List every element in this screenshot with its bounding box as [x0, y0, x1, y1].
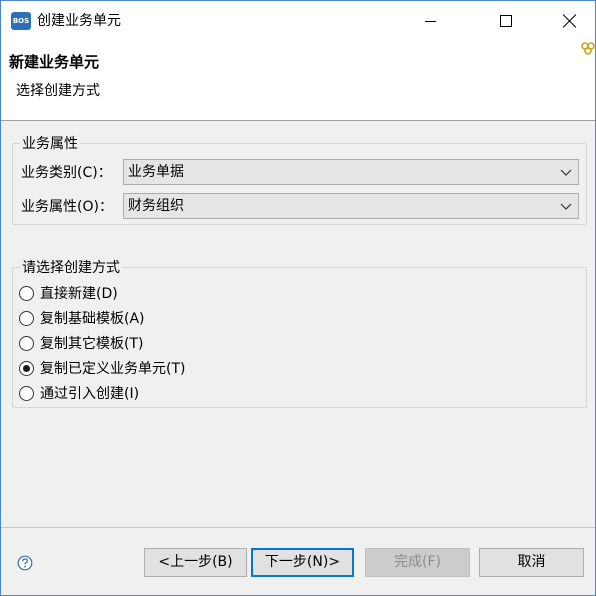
chevron-down-icon: [560, 169, 572, 176]
maximize-icon: [500, 15, 512, 27]
radio-button-checked[interactable]: [19, 361, 34, 376]
minimize-icon: [424, 20, 436, 22]
attribute-label: 业务属性(O)：: [21, 199, 113, 215]
business-properties-group: 业务属性 业务类别(C)： 业务单据 业务属性(O)： 财务组织: [12, 135, 587, 225]
attribute-select[interactable]: 财务组织: [123, 193, 579, 219]
bos-app-icon: BOS: [11, 12, 31, 30]
group-legend: 业务属性: [20, 135, 80, 153]
close-button[interactable]: [547, 1, 593, 41]
back-button[interactable]: <上一步(B): [144, 548, 247, 577]
radio-label: 复制已定义业务单元(T): [40, 361, 186, 377]
category-select[interactable]: 业务单据: [123, 159, 579, 185]
cancel-button[interactable]: 取消: [479, 548, 584, 577]
maximize-button[interactable]: [483, 1, 529, 41]
help-icon[interactable]: [17, 555, 33, 571]
title-bar[interactable]: BOS 创建业务单元: [1, 1, 595, 41]
attribute-value: 财务组织: [128, 198, 184, 214]
radio-button[interactable]: [19, 311, 34, 326]
next-button[interactable]: 下一步(N)>: [251, 548, 354, 577]
radio-button[interactable]: [19, 286, 34, 301]
window-title: 创建业务单元: [37, 13, 121, 29]
radio-label: 复制基础模板(A): [40, 311, 145, 327]
radio-button[interactable]: [19, 336, 34, 351]
wizard-banner-icon: [581, 42, 595, 55]
wizard-header: 新建业务单元 选择创建方式: [1, 41, 595, 121]
radio-label: 直接新建(D): [40, 286, 118, 302]
creation-method-group: 请选择创建方式 直接新建(D) 复制基础模板(A) 复制其它模板(T) 复制已定…: [12, 259, 587, 408]
radio-button[interactable]: [19, 386, 34, 401]
category-value: 业务单据: [128, 164, 184, 180]
minimize-button[interactable]: [407, 1, 453, 41]
category-label: 业务类别(C)：: [21, 165, 112, 181]
footer-separator: [1, 527, 595, 528]
finish-button[interactable]: 完成(F): [365, 548, 470, 577]
page-title: 新建业务单元: [9, 53, 100, 71]
radio-label: 通过引入创建(I): [40, 386, 140, 402]
close-icon: [563, 14, 577, 28]
chevron-down-icon: [560, 203, 572, 210]
group-legend: 请选择创建方式: [20, 259, 122, 277]
wizard-window: BOS 创建业务单元 新建业务单元 选择创建方式 业务属性 业务类别(C)： 业…: [0, 0, 596, 596]
page-subtitle: 选择创建方式: [16, 83, 100, 99]
radio-label: 复制其它模板(T): [40, 336, 144, 352]
